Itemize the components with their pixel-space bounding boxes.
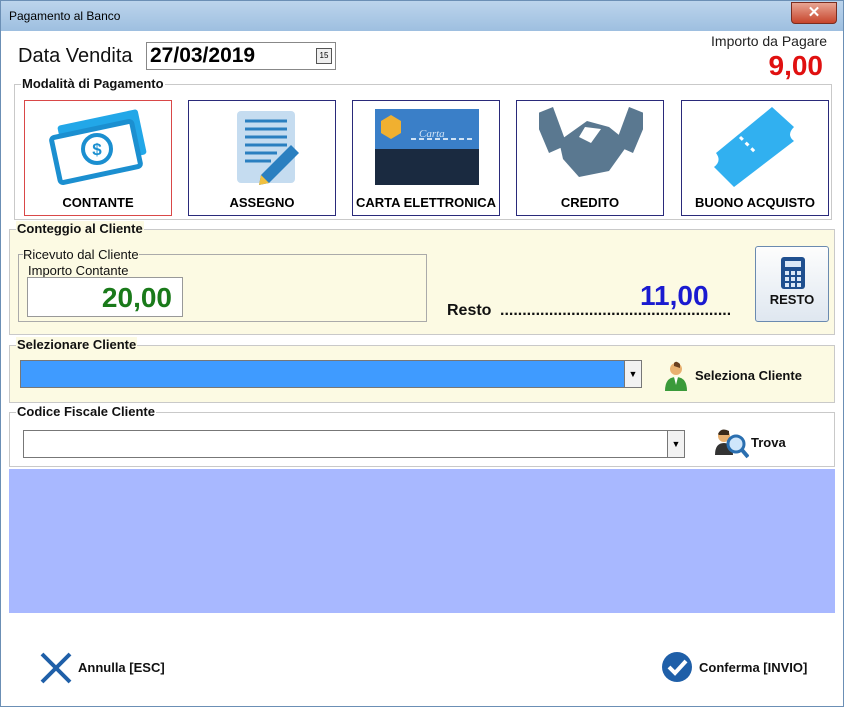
close-button[interactable]: ✕ xyxy=(791,2,837,24)
date-value: 27/03/2019 xyxy=(150,44,256,67)
close-icon xyxy=(40,652,72,684)
pay-label: CONTANTE xyxy=(62,195,134,210)
person-icon xyxy=(665,361,687,391)
voucher-icon xyxy=(714,107,794,187)
cheque-icon xyxy=(237,111,299,185)
pay-label: ASSEGNO xyxy=(229,195,295,210)
codice-fiscale-combo[interactable]: ▼ xyxy=(23,430,685,458)
calendar-icon[interactable]: 15 xyxy=(316,48,332,64)
trova-button[interactable]: Trova xyxy=(713,425,813,459)
handshake-icon xyxy=(539,107,643,177)
seleziona-cliente-label: Seleziona Cliente xyxy=(695,368,802,383)
annulla-label: Annulla [ESC] xyxy=(78,660,165,675)
cliente-combo[interactable]: ▼ xyxy=(20,360,642,388)
title-bar: Pagamento al Banco ✕ xyxy=(1,1,843,31)
pay-button-buono-acquisto[interactable]: BUONO ACQUISTO xyxy=(681,100,829,216)
trova-label: Trova xyxy=(751,435,786,450)
resto-label: Resto xyxy=(447,302,492,319)
pay-button-carta-elettronica[interactable]: Carta CARTA ELETTRONICA xyxy=(352,100,500,216)
window-title: Pagamento al Banco xyxy=(9,9,121,23)
data-vendita-label: Data Vendita xyxy=(18,45,133,67)
calculator-icon xyxy=(781,257,805,289)
payment-window: Pagamento al Banco ✕ Data Vendita 27/03/… xyxy=(0,0,844,707)
annulla-button[interactable]: Annulla [ESC] xyxy=(39,649,209,685)
checkmark-icon xyxy=(662,652,692,682)
ricevuto-title: Ricevuto dal Cliente xyxy=(23,247,139,262)
importo-label: Importo da Pagare xyxy=(711,33,827,49)
chevron-down-icon[interactable]: ▼ xyxy=(667,431,684,457)
conteggio-group: Conteggio al Cliente Ricevuto dal Client… xyxy=(9,221,835,335)
seleziona-cliente-button[interactable]: Seleziona Cliente xyxy=(660,360,830,394)
pay-label: CARTA ELETTRONICA xyxy=(355,195,497,210)
pay-button-credito[interactable]: CREDITO xyxy=(516,100,664,216)
resto-button-label: RESTO xyxy=(769,292,815,307)
svg-text:Carta: Carta xyxy=(419,128,445,140)
codice-fiscale-title: Codice Fiscale Cliente xyxy=(16,404,156,419)
chevron-down-icon[interactable]: ▼ xyxy=(624,361,641,387)
cash-icon: $ xyxy=(49,109,147,185)
resto-button[interactable]: RESTO xyxy=(755,246,829,322)
importo-contante-value: 20,00 xyxy=(101,282,172,313)
pay-label: CREDITO xyxy=(560,195,620,210)
conferma-label: Conferma [INVIO] xyxy=(699,660,808,675)
date-field[interactable]: 27/03/2019 15 xyxy=(146,42,336,70)
importo-contante-input[interactable]: 20,00 xyxy=(27,277,183,317)
search-person-icon xyxy=(715,429,749,459)
resto-value: 11,00 xyxy=(640,280,709,311)
pay-button-assegno[interactable]: ASSEGNO xyxy=(188,100,336,216)
conteggio-title: Conteggio al Cliente xyxy=(16,221,144,236)
results-area xyxy=(9,469,835,613)
codice-fiscale-group: Codice Fiscale Cliente ▼ Trova xyxy=(9,404,835,467)
payment-methods-title: Modalità di Pagamento xyxy=(21,76,165,91)
importo-value: 9,00 xyxy=(768,50,824,81)
seleziona-cliente-title: Selezionare Cliente xyxy=(16,337,138,352)
credit-card-icon: Carta xyxy=(375,109,479,185)
payment-methods-group: Modalità di Pagamento $ CONTANTE ASSEGNO… xyxy=(14,76,832,220)
seleziona-cliente-group: Selezionare Cliente ▼ Seleziona Cliente xyxy=(9,337,835,403)
conferma-button[interactable]: Conferma [INVIO] xyxy=(659,649,829,685)
pay-button-contante[interactable]: $ CONTANTE xyxy=(24,100,172,216)
svg-text:$: $ xyxy=(92,140,102,159)
importo-contante-label: Importo Contante xyxy=(28,263,129,278)
ricevuto-group: Ricevuto dal Cliente Importo Contante 20… xyxy=(18,247,427,322)
pay-label: BUONO ACQUISTO xyxy=(695,195,815,210)
dialog-body: Data Vendita 27/03/2019 15 Importo da Pa… xyxy=(9,31,835,701)
